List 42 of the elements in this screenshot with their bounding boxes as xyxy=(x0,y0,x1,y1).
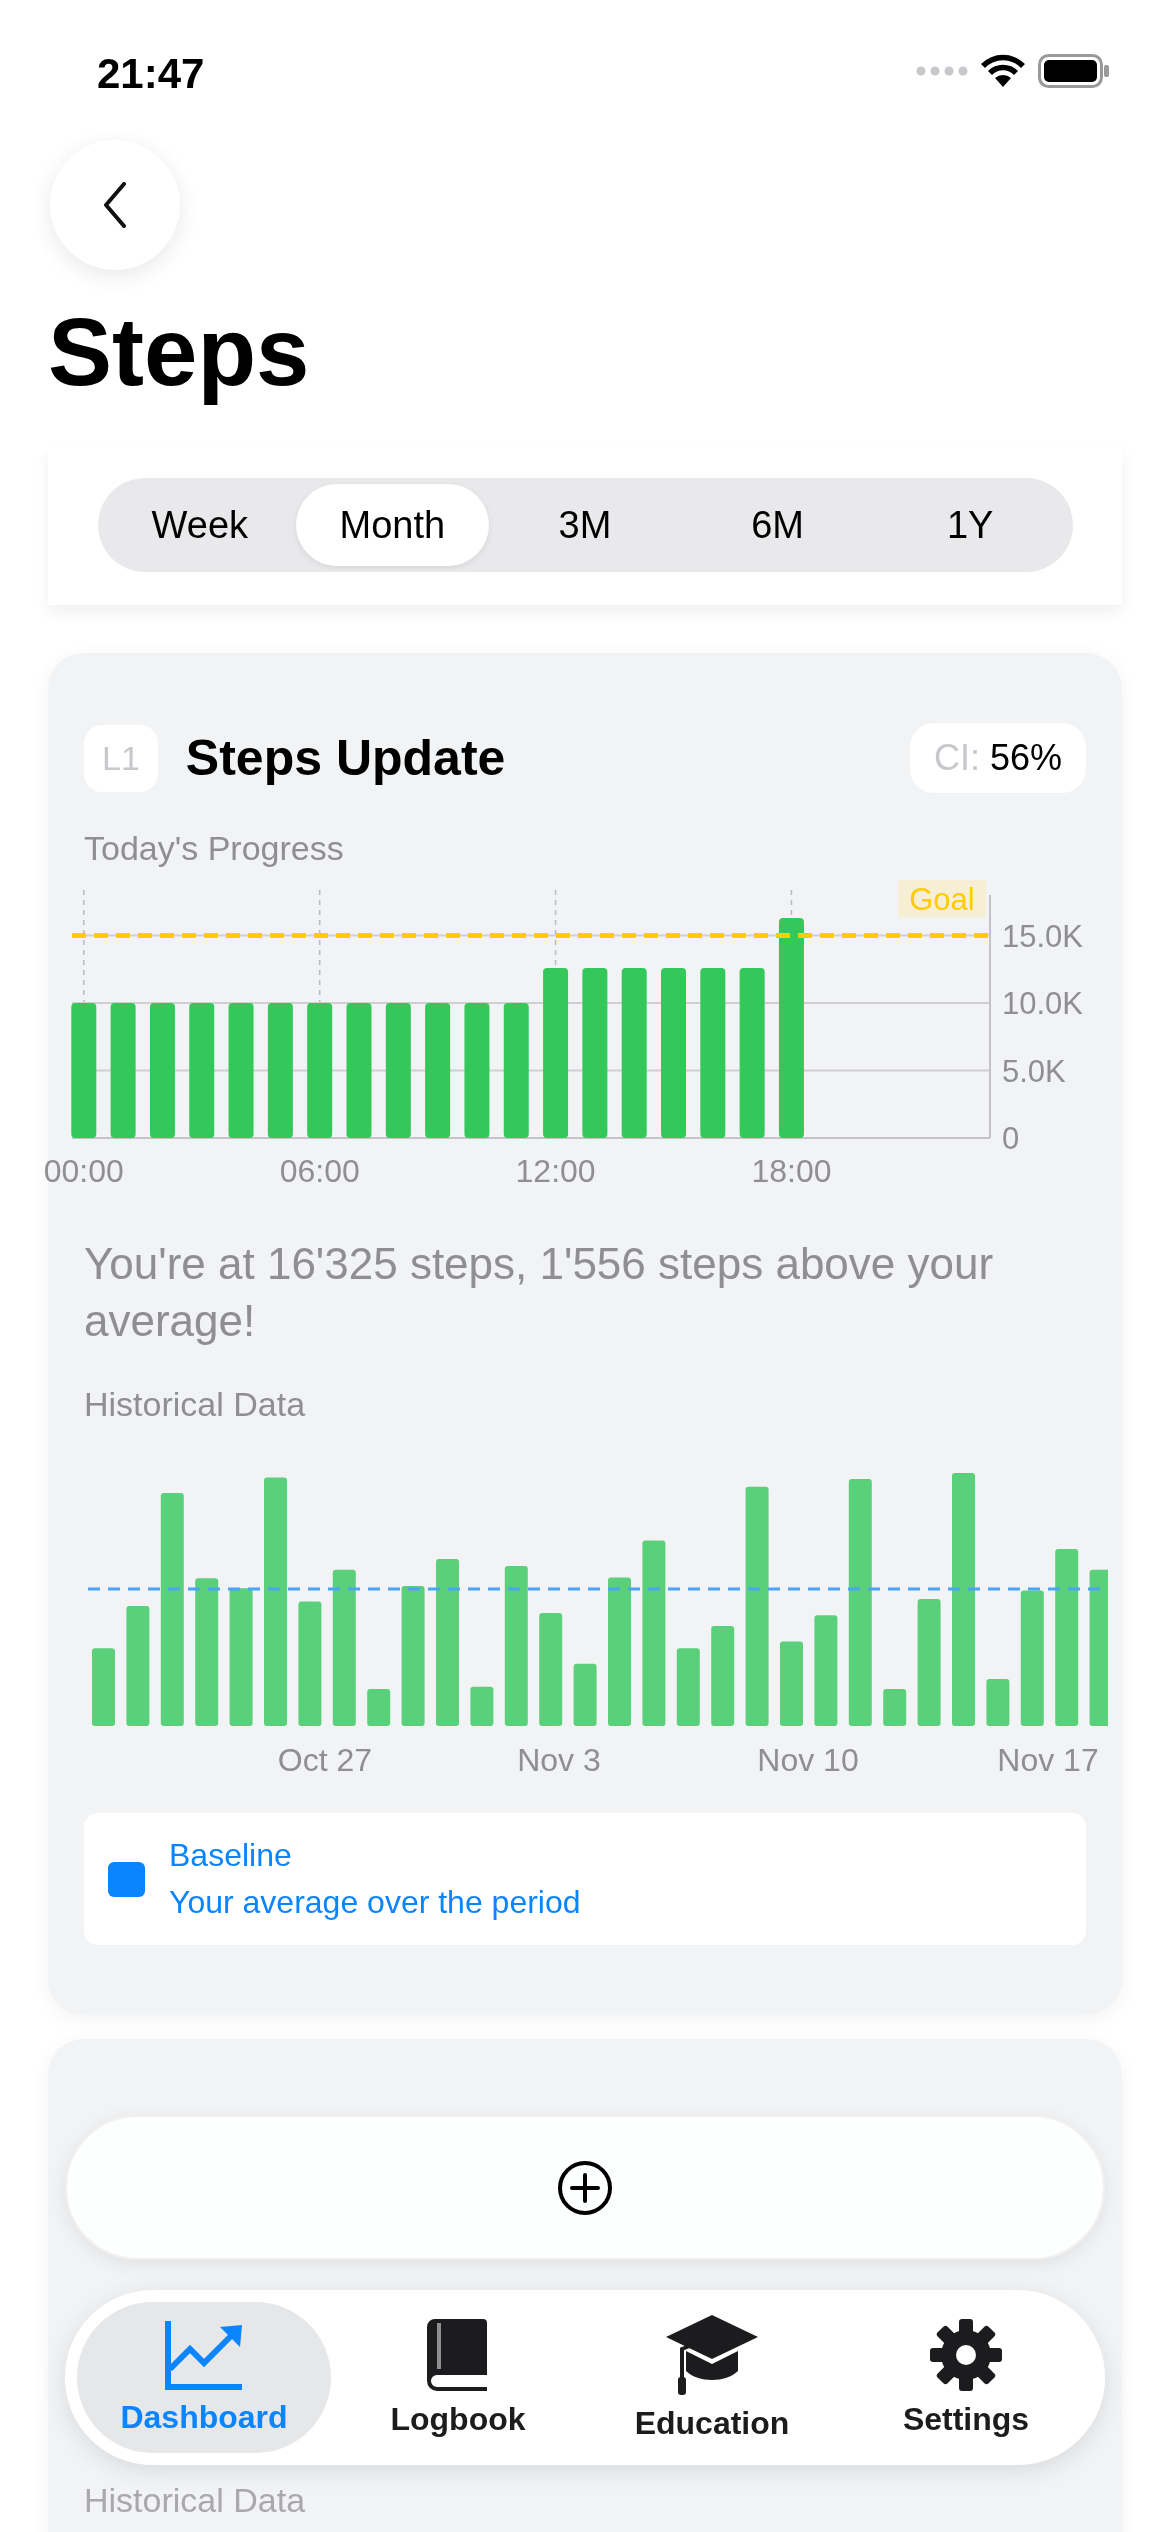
tab-bar-item[interactable]: Settings xyxy=(839,2302,1093,2453)
axis-tick-label: 12:00 xyxy=(515,1153,596,1190)
legend-title: Baseline xyxy=(169,1837,293,1875)
goal-label: Goal xyxy=(909,881,975,917)
level-badge: L1 xyxy=(84,724,158,792)
add-icon xyxy=(557,2159,613,2216)
card-title: Steps Update xyxy=(185,729,507,788)
range-tab[interactable]: Month xyxy=(296,484,489,567)
tab-bar-item[interactable]: Logbook xyxy=(331,2302,585,2453)
axis-tick-label: 5.0K xyxy=(1002,1053,1066,1089)
section-label: Today's Progress xyxy=(84,829,345,869)
cellular-signal-icon xyxy=(916,66,968,76)
book-icon xyxy=(427,2317,489,2393)
line-chart-icon xyxy=(164,2319,244,2391)
axis-tick-label: 0 xyxy=(1002,1121,1020,1157)
summary-text: You're at 16'325 steps, 1'556 steps above your average! xyxy=(84,1238,995,1348)
status-time: 21:47 xyxy=(97,50,205,98)
legend-swatch-icon xyxy=(108,1861,145,1897)
axis-tick-label: 10.0K xyxy=(1002,986,1083,1022)
axis-tick-label: 15.0K xyxy=(1002,918,1083,954)
confidence-badge: CI: 56% xyxy=(909,723,1086,794)
axis-tick-label: 00:00 xyxy=(43,1153,124,1190)
legend-description: Your average over the period xyxy=(169,1884,581,1922)
range-tab[interactable]: 3M xyxy=(488,484,682,567)
section-label: Historical Data xyxy=(84,2481,307,2521)
axis-tick-label: Nov 3 xyxy=(517,1742,601,1779)
range-tab[interactable]: 1Y xyxy=(873,484,1067,567)
graduation-cap-icon xyxy=(664,2313,760,2397)
axis-tick-label: 06:00 xyxy=(279,1153,360,1190)
page-title: Steps xyxy=(48,297,311,407)
wifi-icon xyxy=(980,54,1026,88)
back-chevron-icon xyxy=(103,182,127,228)
tab-bar-item[interactable]: Education xyxy=(585,2302,839,2453)
settings-icon xyxy=(928,2317,1004,2393)
range-tab[interactable]: Week xyxy=(103,484,297,567)
section-label: Historical Data xyxy=(84,1385,307,1425)
battery-icon xyxy=(1038,54,1110,88)
axis-tick-label: 18:00 xyxy=(751,1153,832,1190)
axis-tick-label: Nov 10 xyxy=(757,1742,859,1779)
axis-tick-label: Nov 17 xyxy=(997,1742,1099,1779)
axis-tick-label: Oct 27 xyxy=(277,1742,373,1779)
range-tab[interactable]: 6M xyxy=(681,484,874,567)
